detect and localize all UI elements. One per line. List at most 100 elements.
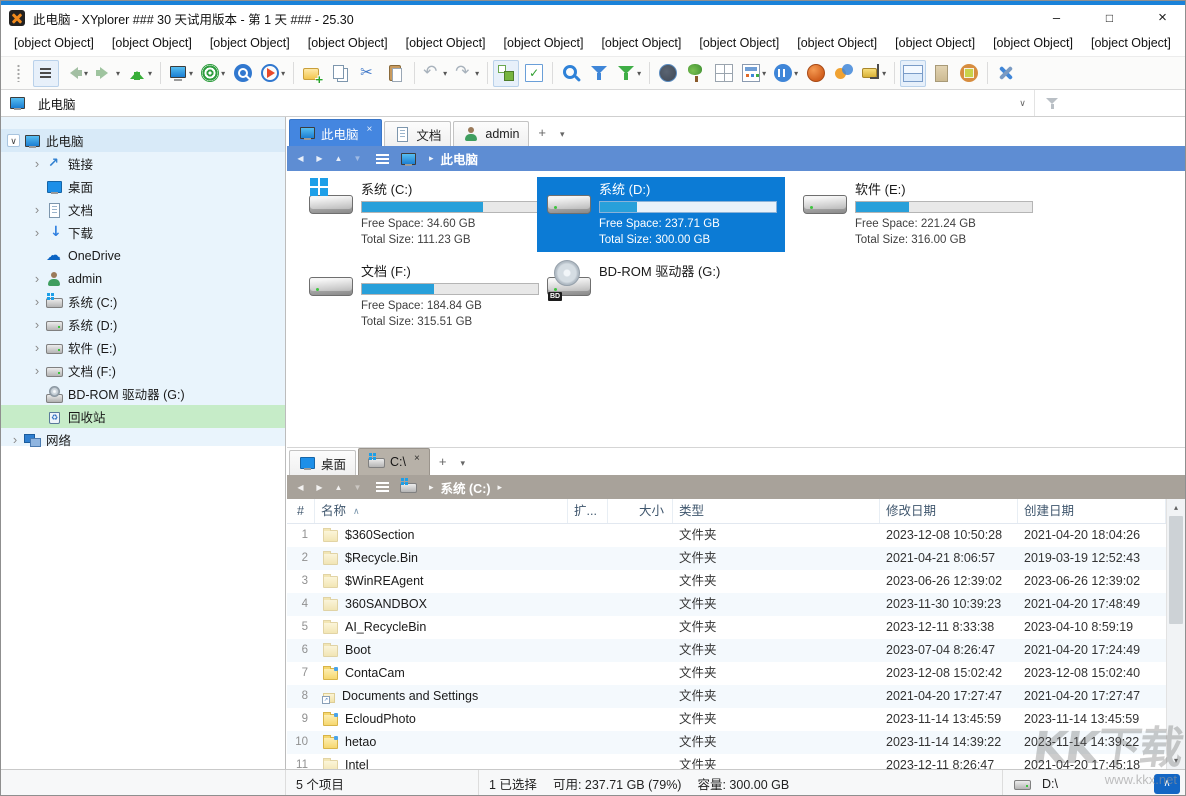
dropdown-caret-icon[interactable]	[116, 69, 120, 78]
toolbar-button[interactable]	[683, 60, 709, 87]
tree-item[interactable]: 文档	[1, 198, 285, 221]
tree-expander-icon[interactable]	[7, 134, 20, 147]
tree-expander-icon[interactable]	[29, 364, 45, 378]
menu-item[interactable]: [object Object]	[201, 31, 299, 56]
toolbar-button[interactable]	[771, 60, 801, 87]
status-drive-section[interactable]: D:\	[1002, 770, 1154, 796]
menu-item[interactable]: [object Object]	[103, 31, 201, 56]
toolbar-button[interactable]	[166, 60, 196, 87]
breadcrumb-menu-icon[interactable]	[376, 482, 389, 492]
file-row[interactable]: 6 Boot 文件夹 2023-07-04 8:26:47 2021-04-20…	[287, 639, 1185, 662]
toolbar-button[interactable]	[125, 60, 155, 87]
file-row[interactable]: 5 AI_RecycleBin 文件夹 2023-12-11 8:33:38 2…	[287, 616, 1185, 639]
file-row[interactable]: 7 ContaCam 文件夹 2023-12-08 15:02:42 2023-…	[287, 662, 1185, 685]
menu-item[interactable]: [object Object]	[299, 31, 397, 56]
scroll-to-top-button[interactable]	[1154, 774, 1180, 794]
scrollbar-thumb[interactable]	[1169, 516, 1183, 624]
column-header[interactable]: 扩...	[568, 499, 608, 523]
down-icon[interactable]	[349, 154, 366, 163]
tree-item[interactable]: 链接	[1, 152, 285, 175]
column-header[interactable]: 类型	[673, 499, 880, 523]
toolbar-button[interactable]	[230, 60, 256, 87]
tree-item[interactable]: 系统 (C:)	[1, 290, 285, 313]
dropdown-caret-icon[interactable]	[443, 69, 447, 78]
back-icon[interactable]	[292, 483, 309, 492]
tree-item[interactable]: 下载	[1, 221, 285, 244]
pane-tab[interactable]: 文档	[384, 121, 451, 146]
dropdown-caret-icon[interactable]	[794, 69, 798, 78]
toolbar-button[interactable]	[558, 60, 584, 87]
toolbar-button[interactable]	[493, 60, 519, 87]
file-row[interactable]: 2 $Recycle.Bin 文件夹 2021-04-21 8:06:57 20…	[287, 547, 1185, 570]
minimize-button[interactable]	[1034, 5, 1079, 31]
tree-item[interactable]: 此电脑	[1, 129, 285, 152]
toolbar-button[interactable]	[586, 60, 612, 87]
tree-expander-icon[interactable]	[7, 433, 23, 447]
tree-expander-icon[interactable]	[29, 318, 45, 332]
dropdown-caret-icon[interactable]	[475, 69, 479, 78]
scroll-down-icon[interactable]	[1167, 752, 1185, 769]
tree-expander-icon[interactable]	[29, 203, 45, 217]
drive-tile[interactable]: 软件 (E:) Free Space: 221.24 GB Total Size…	[793, 177, 1041, 252]
tree-item[interactable]: 系统 (D:)	[1, 313, 285, 336]
dropdown-caret-icon[interactable]	[762, 69, 766, 78]
drive-tile[interactable]: 文档 (F:) Free Space: 184.84 GB Total Size…	[299, 259, 547, 334]
maximize-button[interactable]	[1087, 5, 1132, 31]
close-tab-icon[interactable]	[414, 453, 420, 464]
dropdown-caret-icon[interactable]	[637, 69, 641, 78]
tree-item[interactable]: 文档 (F:)	[1, 359, 285, 382]
column-header[interactable]: 名称	[315, 499, 568, 523]
tree-expander-icon[interactable]	[29, 295, 45, 309]
tab-list-dropdown-icon[interactable]	[453, 454, 472, 469]
vertical-scrollbar[interactable]	[1166, 499, 1185, 769]
address-dropdown-icon[interactable]	[1011, 90, 1035, 116]
tree-item[interactable]: BD-ROM 驱动器 (G:)	[1, 382, 285, 405]
toolbar-button[interactable]	[900, 60, 926, 87]
down-icon[interactable]	[349, 483, 366, 492]
tree-item[interactable]: 软件 (E:)	[1, 336, 285, 359]
menu-item[interactable]: [object Object]	[886, 31, 984, 56]
toolbar-button[interactable]	[521, 60, 547, 87]
tree-item[interactable]: 回收站	[1, 405, 285, 428]
toolbar-button[interactable]	[928, 60, 954, 87]
dropdown-caret-icon[interactable]	[84, 69, 88, 78]
toolbar-button[interactable]	[614, 60, 644, 87]
toolbar-button[interactable]	[93, 60, 123, 87]
toolbar-button[interactable]	[739, 60, 769, 87]
menu-item[interactable]: [object Object]	[5, 31, 103, 56]
toolbar-button[interactable]	[956, 60, 982, 87]
dropdown-caret-icon[interactable]	[882, 69, 886, 78]
menu-item[interactable]: [object Object]	[984, 31, 1082, 56]
dropdown-caret-icon[interactable]	[148, 69, 152, 78]
toolbar-button[interactable]	[803, 60, 829, 87]
column-header[interactable]: 大小	[608, 499, 673, 523]
toolbar-button[interactable]	[299, 60, 325, 87]
menu-item[interactable]: [object Object]	[788, 31, 886, 56]
new-tab-button[interactable]	[432, 454, 454, 469]
toolbar-button[interactable]	[859, 60, 889, 87]
pane-tab[interactable]: C:\	[358, 448, 430, 475]
dropdown-caret-icon[interactable]	[221, 69, 225, 78]
file-row[interactable]: 4 360SANDBOX 文件夹 2023-11-30 10:39:23 202…	[287, 593, 1185, 616]
tree-item[interactable]: admin	[1, 267, 285, 290]
file-row[interactable]: 11 Intel 文件夹 2023-12-11 8:26:47 2021-04-…	[287, 754, 1185, 769]
toolbar-button[interactable]	[420, 60, 450, 87]
toolbar-button[interactable]	[355, 60, 381, 87]
toolbar-button[interactable]	[198, 60, 228, 87]
new-tab-button[interactable]	[531, 125, 553, 140]
up-icon[interactable]	[330, 483, 347, 492]
column-header[interactable]: 修改日期	[880, 499, 1018, 523]
scroll-up-icon[interactable]	[1167, 499, 1185, 516]
tree-item[interactable]: OneDrive	[1, 244, 285, 267]
file-row[interactable]: 3 $WinREAgent 文件夹 2023-06-26 12:39:02 20…	[287, 570, 1185, 593]
toolbar-button[interactable]	[61, 60, 91, 87]
toolbar-button[interactable]	[5, 60, 31, 87]
toolbar-button[interactable]	[383, 60, 409, 87]
close-tab-icon[interactable]	[367, 124, 373, 135]
tree-expander-icon[interactable]	[29, 226, 45, 240]
pane-tab[interactable]: admin	[453, 121, 529, 146]
toolbar-button[interactable]	[993, 60, 1019, 87]
dropdown-caret-icon[interactable]	[281, 69, 285, 78]
column-header[interactable]: 创建日期	[1018, 499, 1166, 523]
toolbar-button[interactable]	[655, 60, 681, 87]
